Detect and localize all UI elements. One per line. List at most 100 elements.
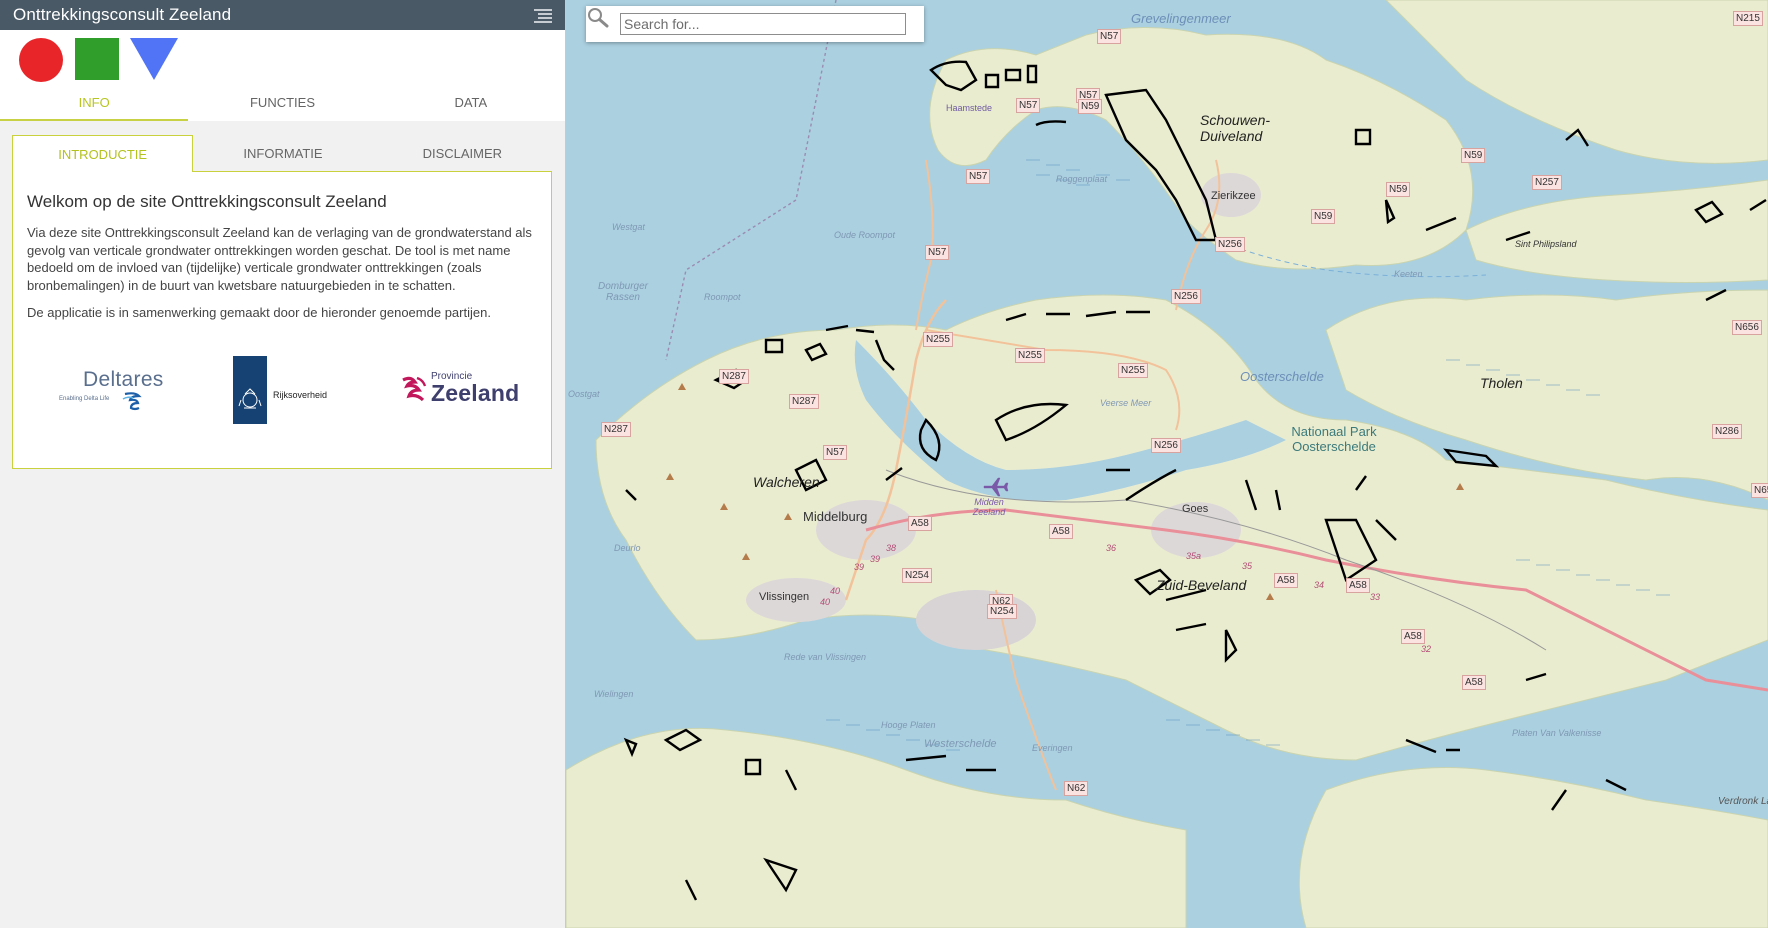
intro-paragraph-2: De applicatie is in samenwerking gemaakt…: [27, 305, 491, 321]
road-shield: N57: [966, 169, 991, 184]
blue-triangle-icon[interactable]: [130, 38, 178, 80]
region-label-tholen: Tholen: [1480, 375, 1523, 391]
water-label-oostgat: Oostgat: [568, 389, 600, 399]
land-schouwen: [929, 27, 1474, 270]
road-shield: N59: [1386, 182, 1411, 197]
urban-port: [916, 590, 1036, 650]
road-shield: N255: [1015, 348, 1045, 363]
road-shield: A58: [1274, 573, 1298, 588]
road-shield: N287: [789, 394, 819, 409]
junction-number: 35: [1242, 561, 1253, 571]
search-box: [586, 6, 924, 42]
junction-number: 38: [886, 543, 897, 553]
road-shield: N57: [823, 445, 848, 460]
rijksoverheid-name: Rijksoverheid: [273, 390, 328, 400]
water-label-deurlo: Deurlo: [614, 543, 641, 553]
rijksoverheid-logo: Rijksoverheid: [233, 356, 353, 424]
region-label-domburger-rassen: Domburger Rassen: [597, 281, 649, 303]
road-shield: N65: [1751, 483, 1768, 498]
water-label-platen-van-valkenisse: Platen Van Valkenisse: [1512, 728, 1602, 738]
road-shield: N57: [925, 245, 950, 260]
water-label-roompot: Roompot: [704, 292, 741, 302]
road-shield: N57: [1097, 29, 1122, 44]
green-square-icon[interactable]: [75, 38, 119, 80]
road-shield: A58: [1401, 629, 1425, 644]
road-shield: N254: [987, 604, 1017, 619]
water-label-veerse-meer: Veerse Meer: [1100, 398, 1152, 408]
region-label-zuid-beveland: Zuid-Beveland: [1156, 577, 1247, 593]
deltares-wave-icon: [122, 392, 142, 411]
water-label-rede-van-vlissingen: Rede van Vlissingen: [784, 652, 867, 662]
road-shield: N255: [923, 332, 953, 347]
water-label-oosterschelde: Oosterschelde: [1240, 369, 1324, 384]
water-label-roggenplaat: Roggenplaat: [1056, 174, 1108, 184]
red-circle-icon[interactable]: [19, 38, 63, 82]
water-label-everingen: Everingen: [1032, 743, 1073, 753]
park-label-oosterschelde: Nationaal Park Oosterschelde: [1291, 424, 1377, 454]
main-tabs: INFO FUNCTIES DATA: [0, 91, 565, 121]
road-shield: N59: [1461, 148, 1486, 163]
road-shield: N256: [1171, 289, 1201, 304]
partner-logos: Deltares Enabling Delta Life Rijksoverhe…: [13, 356, 551, 426]
water-label-westgat: Westgat: [612, 222, 645, 232]
town-label-midden-zeeland: Midden Zeeland: [972, 497, 1006, 517]
search-icon[interactable]: [586, 6, 610, 30]
town-label-haamstede: Haamstede: [946, 103, 993, 113]
app-title: Onttrekkingsconsult Zeeland: [13, 5, 232, 24]
road-shield: A58: [908, 516, 932, 531]
road-shield: N656: [1732, 320, 1762, 335]
town-label-sint-philipsland: Sint Philipsland: [1515, 239, 1577, 249]
road-shield: N287: [601, 422, 631, 437]
town-label-middelburg: Middelburg: [803, 509, 868, 524]
rijksoverheid-emblem: [233, 356, 267, 424]
water-label-wielingen: Wielingen: [594, 689, 634, 699]
map-canvas: [566, 0, 1768, 928]
tab-data[interactable]: DATA: [377, 91, 565, 121]
road-shield: N215: [1733, 11, 1763, 26]
town-label-verdronk-land: Verdronk Land va: [1718, 796, 1768, 807]
junction-number: 33: [1370, 592, 1381, 602]
content-area: INTRODUCTIE INFORMATIE DISCLAIMER Welkom…: [0, 121, 565, 469]
road-shield: N256: [1215, 237, 1245, 252]
water-label-keeten: Keeten: [1394, 269, 1423, 279]
tab-informatie[interactable]: INFORMATIE: [193, 135, 372, 172]
town-label-vlissingen: Vlissingen: [759, 591, 810, 603]
deltares-name: Deltares: [83, 368, 164, 391]
tab-info[interactable]: INFO: [0, 91, 189, 121]
tab-introductie[interactable]: INTRODUCTIE: [12, 135, 194, 172]
junction-number: 36: [1106, 543, 1117, 553]
road-shield: A58: [1346, 578, 1370, 593]
junction-number: 35a: [1186, 551, 1202, 561]
map-view[interactable]: Grevelingenmeer Oosterschelde Westersche…: [566, 0, 1768, 928]
junction-number: 34: [1314, 580, 1325, 590]
junction-number: 39: [870, 554, 881, 564]
region-label-schouwen: Schouwen-Duiveland: [1200, 112, 1271, 144]
tab-functies[interactable]: FUNCTIES: [188, 91, 376, 121]
sub-tabs: INTRODUCTIE INFORMATIE DISCLAIMER: [12, 135, 552, 172]
deltares-logo: Deltares Enabling Delta Life: [57, 368, 163, 418]
tab-disclaimer[interactable]: DISCLAIMER: [373, 135, 552, 172]
road-shield: N59: [1311, 209, 1336, 224]
search-input[interactable]: [620, 13, 906, 35]
junction-number: 40: [820, 597, 831, 607]
intro-paragraph-1: Via deze site Onttrekkingsconsult Zeelan…: [27, 225, 532, 293]
water-label-hooge-platen: Hooge Platen: [881, 720, 936, 730]
menu-icon[interactable]: [532, 8, 552, 23]
road-shield: N257: [1532, 175, 1562, 190]
deltares-tagline: Enabling Delta Life: [59, 396, 110, 402]
water-label-westerschelde: Westerschelde: [924, 738, 997, 750]
title-bar: Onttrekkingsconsult Zeeland: [0, 0, 565, 30]
road-shield: N256: [1151, 438, 1181, 453]
road-shield: N59: [1078, 99, 1103, 114]
land-philips: [1465, 179, 1768, 283]
road-shield: N286: [1712, 424, 1742, 439]
town-label-goes: Goes: [1182, 503, 1209, 515]
intro-panel: Welkom op de site Onttrekkingsconsult Ze…: [12, 171, 552, 469]
road-shield: A58: [1462, 675, 1486, 690]
junction-number: 39: [854, 562, 865, 572]
road-shield: N57: [1016, 98, 1041, 113]
zeeland-lion-icon: [402, 376, 427, 402]
zeeland-name: Zeeland: [431, 380, 520, 406]
road-shield: A58: [1049, 524, 1073, 539]
town-label-zierikzee: Zierikzee: [1211, 190, 1256, 202]
